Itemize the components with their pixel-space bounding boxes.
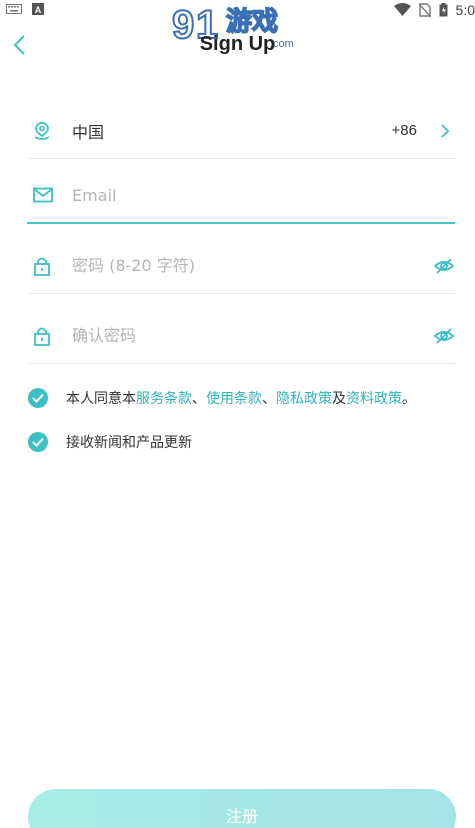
newsletter-row: 接收新闻和产品更新	[28, 432, 192, 452]
password-input[interactable]	[61, 256, 433, 275]
separator: 、	[262, 391, 276, 407]
location-pin-icon	[34, 121, 50, 140]
chevron-right-icon	[441, 123, 450, 138]
confirm-password-field-row	[27, 308, 455, 364]
page-title: Sign Up	[199, 33, 276, 55]
newsletter-checkbox[interactable]	[28, 432, 48, 452]
agreement-text: 本人同意本服务条款、使用条款、隐私政策及资料政策。	[66, 388, 416, 408]
eye-off-icon[interactable]	[433, 325, 455, 347]
register-button[interactable]: 注册	[28, 789, 456, 828]
email-field-row	[27, 168, 455, 224]
battery-icon	[439, 3, 448, 17]
agreement-row: 本人同意本服务条款、使用条款、隐私政策及资料政策。	[28, 388, 416, 408]
lock-icon	[34, 327, 50, 346]
agreement-suffix: 。	[402, 391, 416, 407]
no-sim-icon	[418, 3, 431, 17]
svg-text:A: A	[35, 5, 42, 15]
app-a-icon: A	[32, 3, 44, 15]
lock-icon	[34, 257, 50, 276]
email-input[interactable]	[61, 185, 455, 205]
region-selector[interactable]: 中国 +86	[27, 103, 455, 159]
eye-off-icon[interactable]	[433, 255, 455, 277]
terms-of-use-link[interactable]: 使用条款	[206, 391, 262, 407]
clock: 5:0	[455, 2, 475, 18]
agreement-checkbox[interactable]	[28, 388, 48, 408]
wifi-icon	[393, 3, 411, 16]
confirm-password-input[interactable]	[61, 326, 433, 345]
dial-code: +86	[391, 122, 417, 139]
checkmark-icon	[32, 393, 44, 403]
conjunction: 及	[332, 391, 346, 407]
data-policy-link[interactable]: 资料政策	[346, 391, 402, 407]
keyboard-icon	[6, 4, 22, 14]
privacy-policy-link[interactable]: 隐私政策	[276, 391, 332, 407]
country-label: 中国	[72, 122, 105, 142]
password-field-row	[27, 238, 455, 294]
agreement-prefix: 本人同意本	[66, 391, 136, 407]
checkmark-icon	[32, 437, 44, 447]
mail-icon	[33, 187, 53, 203]
separator: 、	[192, 391, 206, 407]
terms-of-service-link[interactable]: 服务条款	[136, 391, 192, 407]
newsletter-label: 接收新闻和产品更新	[66, 435, 192, 451]
